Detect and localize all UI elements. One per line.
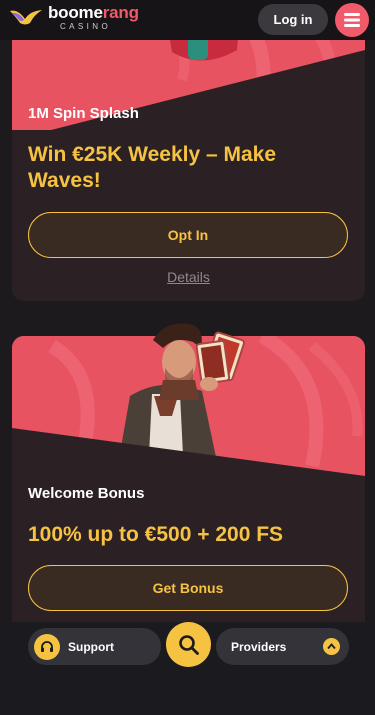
logo-subtitle: CASINO — [60, 22, 112, 31]
opt-in-button[interactable]: Opt In — [28, 212, 348, 258]
support-label: Support — [68, 639, 114, 654]
chevron-up-icon — [323, 638, 340, 655]
search-icon — [178, 634, 199, 655]
providers-button[interactable]: Providers — [216, 628, 349, 665]
hamburger-icon — [344, 13, 360, 27]
boomerang-logo-icon — [10, 9, 42, 24]
providers-label: Providers — [231, 639, 287, 654]
get-bonus-button[interactable]: Get Bonus — [28, 565, 348, 611]
bottom-nav-bar: Support Providers — [0, 622, 375, 715]
headset-icon — [34, 633, 60, 660]
details-link[interactable]: Details — [12, 269, 365, 285]
promo-title: 1M Spin Splash — [28, 105, 139, 122]
promo-title: Welcome Bonus — [28, 485, 145, 502]
login-button[interactable]: Log in — [258, 4, 328, 35]
logo-word-prefix: boome — [48, 3, 103, 22]
logo-word-accent: rang — [102, 3, 139, 22]
promo-card-spin-splash: 1M Spin Splash Win €25K Weekly – Make Wa… — [12, 0, 365, 301]
page: boomerang CASINO Log in 1M Spin Splash W… — [0, 0, 375, 715]
promo-character-art — [153, 323, 245, 400]
promo-headline: Win €25K Weekly – Make Waves! — [28, 143, 277, 193]
support-button[interactable]: Support — [28, 628, 161, 665]
promo-headline: 100% up to €500 + 200 FS — [28, 523, 284, 546]
menu-button[interactable] — [335, 3, 369, 37]
top-header: boomerang CASINO Log in — [0, 0, 375, 40]
search-button[interactable] — [166, 622, 211, 667]
brand-logo[interactable]: boomerang CASINO — [8, 4, 139, 31]
